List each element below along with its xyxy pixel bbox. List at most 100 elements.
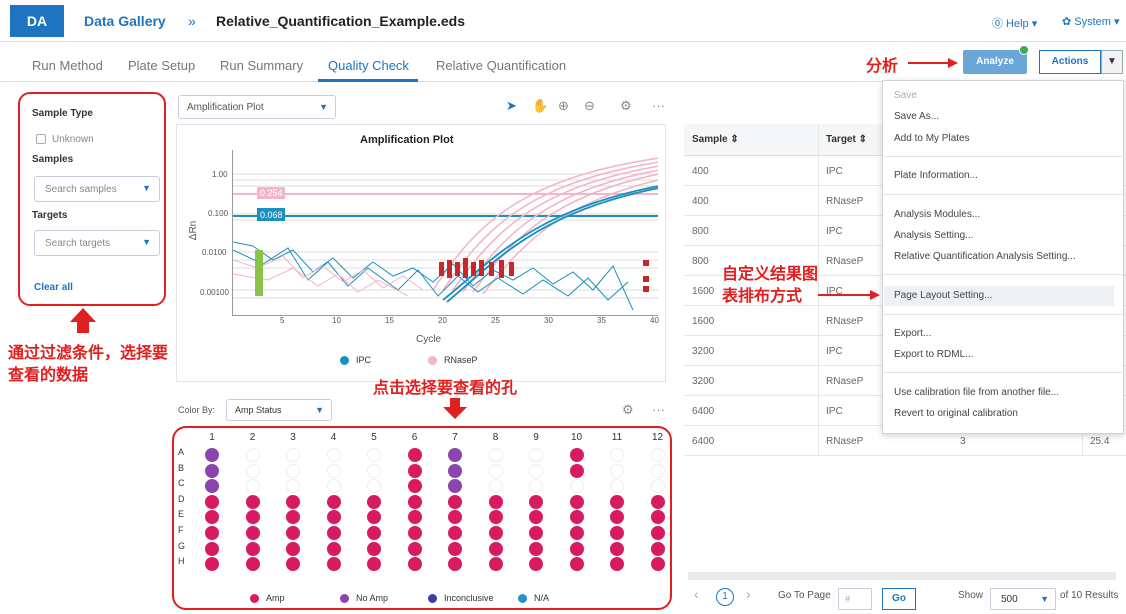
plate-well[interactable] bbox=[650, 510, 665, 525]
plate-well[interactable] bbox=[326, 541, 341, 556]
plate-well[interactable] bbox=[650, 448, 665, 462]
page-size-select[interactable]: 500 ▼ bbox=[990, 588, 1056, 610]
plate-well[interactable] bbox=[286, 494, 300, 509]
current-page[interactable]: 1 bbox=[716, 588, 734, 606]
plate-well[interactable] bbox=[529, 463, 543, 478]
plate-well[interactable] bbox=[488, 463, 503, 478]
plate-well[interactable] bbox=[326, 526, 341, 540]
plate-well[interactable] bbox=[245, 463, 260, 478]
plate-well[interactable] bbox=[448, 463, 462, 478]
goto-page-input[interactable]: # bbox=[838, 588, 872, 610]
plate-well[interactable] bbox=[488, 448, 503, 462]
tab-plate-setup[interactable]: Plate Setup bbox=[128, 58, 195, 73]
plate-well[interactable] bbox=[650, 494, 665, 509]
plate-well[interactable] bbox=[529, 494, 543, 509]
plate-well[interactable] bbox=[407, 557, 422, 572]
plate-well[interactable] bbox=[245, 494, 260, 509]
plate-well[interactable] bbox=[326, 557, 341, 572]
menu-item-save[interactable]: Save bbox=[894, 90, 917, 101]
system-menu[interactable]: ✿ System ▾ bbox=[1062, 15, 1120, 28]
zoom-in-icon[interactable]: ⊕ bbox=[558, 98, 569, 114]
plate-well[interactable] bbox=[569, 510, 584, 525]
tab-run-summary[interactable]: Run Summary bbox=[220, 58, 303, 73]
plate-well[interactable] bbox=[650, 463, 665, 478]
plate-well[interactable] bbox=[326, 510, 341, 525]
plate-well[interactable] bbox=[367, 494, 381, 509]
plate-well[interactable] bbox=[326, 463, 341, 478]
plate-well[interactable] bbox=[407, 479, 422, 494]
plate-well[interactable] bbox=[569, 479, 584, 494]
plate-well[interactable] bbox=[367, 448, 381, 462]
plate-well[interactable] bbox=[367, 526, 381, 540]
plot-type-select[interactable]: Amplification Plot ▼ bbox=[178, 95, 336, 119]
more-icon[interactable]: ··· bbox=[652, 402, 665, 417]
plate-well[interactable] bbox=[569, 448, 584, 462]
menu-item-export[interactable]: Export... bbox=[894, 328, 931, 339]
plate-row-label[interactable]: A bbox=[178, 447, 184, 457]
plate-column-label[interactable]: 2 bbox=[245, 432, 261, 443]
plate-well[interactable] bbox=[286, 448, 300, 462]
plot-area[interactable]: 0.254 0.068 bbox=[232, 150, 658, 316]
plate-column-label[interactable]: 6 bbox=[407, 432, 423, 443]
menu-item-revert-calibration[interactable]: Revert to original calibration bbox=[894, 408, 1018, 419]
zoom-out-icon[interactable]: ⊖ bbox=[584, 98, 595, 114]
pointer-icon[interactable]: ➤ bbox=[506, 98, 517, 114]
plate-well[interactable] bbox=[407, 526, 422, 540]
targets-search[interactable]: Search targets ▼ bbox=[34, 230, 160, 256]
plate-well[interactable] bbox=[569, 463, 584, 478]
plate-well[interactable] bbox=[245, 479, 260, 494]
plate-column-label[interactable]: 3 bbox=[285, 432, 301, 443]
plate-well[interactable] bbox=[488, 541, 503, 556]
plate-well[interactable] bbox=[326, 448, 341, 462]
plate-well[interactable] bbox=[529, 448, 543, 462]
plate-well[interactable] bbox=[529, 541, 543, 556]
menu-item-page-layout-setting[interactable]: Page Layout Setting... bbox=[894, 290, 992, 301]
plate-well[interactable] bbox=[205, 448, 219, 462]
plate-well[interactable] bbox=[448, 494, 462, 509]
pan-icon[interactable]: ✋ bbox=[532, 98, 548, 114]
plate-well[interactable] bbox=[448, 541, 462, 556]
plate-well[interactable] bbox=[448, 448, 462, 462]
actions-button[interactable]: Actions bbox=[1039, 50, 1101, 74]
plate-column-label[interactable]: 4 bbox=[326, 432, 342, 443]
plate-well[interactable] bbox=[326, 479, 341, 494]
plate-well[interactable] bbox=[610, 494, 624, 509]
plate-well[interactable] bbox=[205, 463, 219, 478]
plate-column-label[interactable]: 1 bbox=[204, 432, 220, 443]
next-page-icon[interactable]: › bbox=[746, 586, 751, 602]
plate-well[interactable] bbox=[650, 526, 665, 540]
plate-well[interactable] bbox=[205, 541, 219, 556]
plate-well[interactable] bbox=[488, 479, 503, 494]
plate-column-label[interactable]: 8 bbox=[488, 432, 504, 443]
plate-well[interactable] bbox=[245, 557, 260, 572]
plate-well[interactable] bbox=[407, 510, 422, 525]
horizontal-scrollbar[interactable] bbox=[688, 572, 1116, 580]
plate-well[interactable] bbox=[205, 526, 219, 540]
menu-item-add-to-my-plates[interactable]: Add to My Plates bbox=[894, 133, 970, 144]
plate-column-label[interactable]: 5 bbox=[366, 432, 382, 443]
prev-page-icon[interactable]: ‹ bbox=[694, 586, 699, 602]
plate-well[interactable] bbox=[488, 494, 503, 509]
plate-well[interactable] bbox=[407, 541, 422, 556]
plate-column-label[interactable]: 12 bbox=[650, 432, 666, 443]
plate-well[interactable] bbox=[650, 479, 665, 494]
plate-column-label[interactable]: 7 bbox=[447, 432, 463, 443]
plate-well[interactable] bbox=[407, 448, 422, 462]
plate-row-label[interactable]: B bbox=[178, 463, 184, 473]
menu-item-rq-analysis-setting[interactable]: Relative Quantification Analysis Setting… bbox=[894, 251, 1076, 262]
plate-column-label[interactable]: 11 bbox=[609, 432, 625, 443]
chevron-down-icon[interactable]: ▼ bbox=[1101, 50, 1123, 74]
gear-icon[interactable]: ⚙ bbox=[622, 402, 634, 418]
app-logo[interactable]: DA bbox=[10, 5, 64, 37]
gear-icon[interactable]: ⚙ bbox=[620, 98, 632, 114]
plate-well[interactable] bbox=[448, 526, 462, 540]
plate-well[interactable] bbox=[610, 448, 624, 462]
plate-well[interactable] bbox=[367, 541, 381, 556]
plate-well[interactable] bbox=[569, 526, 584, 540]
menu-item-save-as[interactable]: Save As... bbox=[894, 111, 939, 122]
more-icon[interactable]: ··· bbox=[652, 98, 665, 113]
plate-row-label[interactable]: C bbox=[178, 478, 185, 488]
plate-well[interactable] bbox=[650, 541, 665, 556]
plate-well[interactable] bbox=[529, 526, 543, 540]
plate-well[interactable] bbox=[286, 541, 300, 556]
